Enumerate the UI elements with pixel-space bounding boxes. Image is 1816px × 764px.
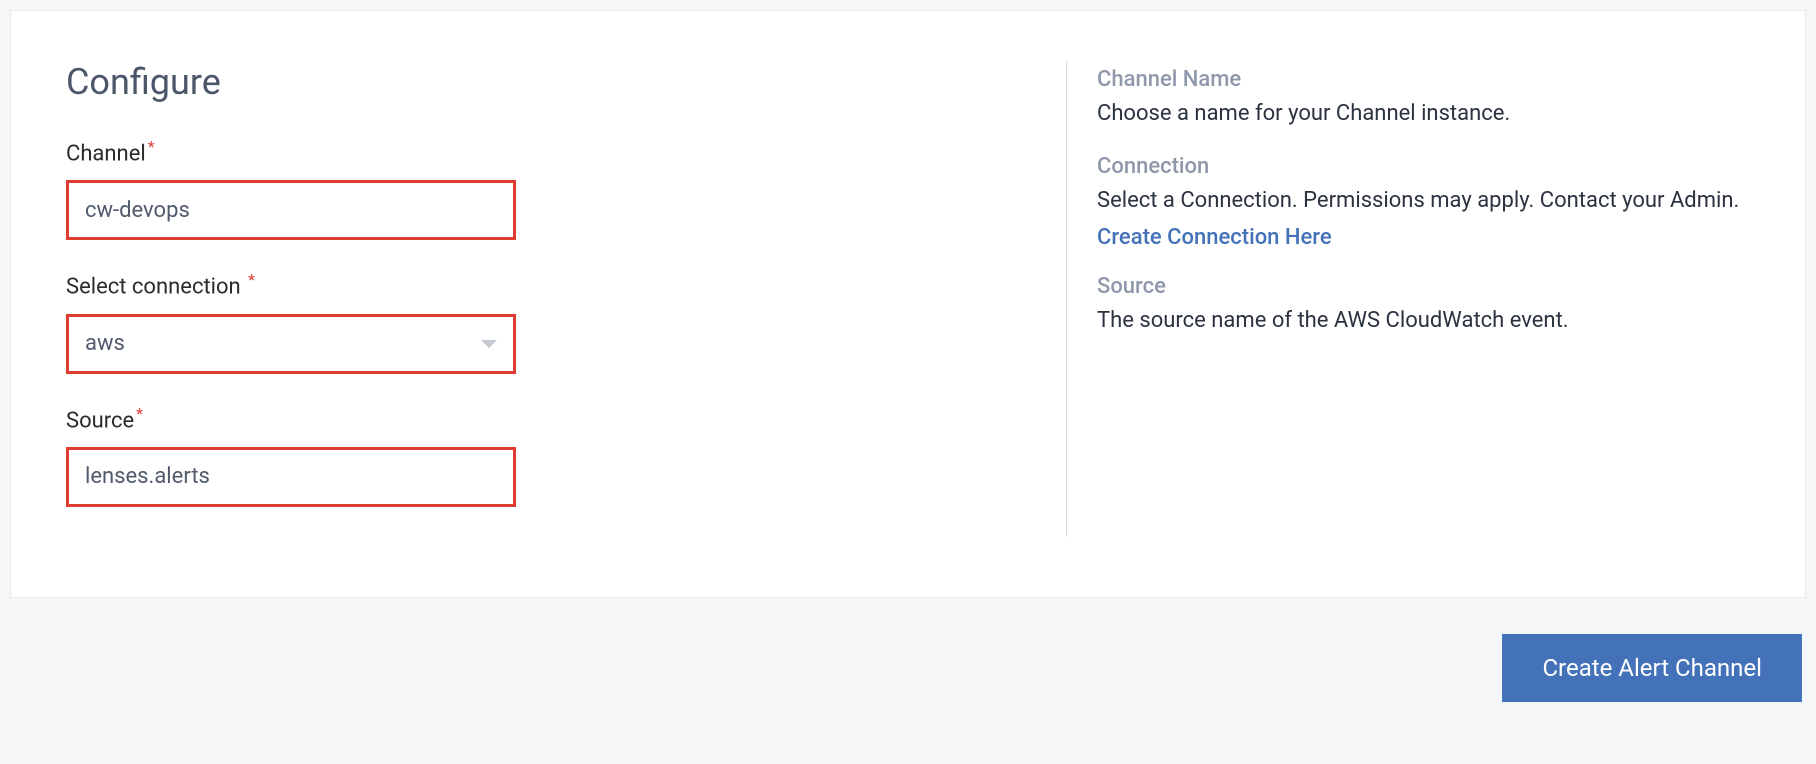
form-column: Configure Channel* Select connection * a… bbox=[66, 61, 1026, 537]
channel-label: Channel* bbox=[66, 137, 1026, 166]
chevron-down-icon bbox=[481, 340, 497, 348]
connection-field-group: Select connection * aws bbox=[66, 270, 1026, 373]
required-star-icon: * bbox=[248, 270, 255, 289]
source-field-group: Source* bbox=[66, 404, 1026, 507]
create-connection-link[interactable]: Create Connection Here bbox=[1097, 225, 1332, 250]
help-column: Channel Name Choose a name for your Chan… bbox=[1066, 61, 1750, 537]
source-input-wrapper bbox=[66, 447, 516, 507]
connection-select[interactable]: aws bbox=[66, 314, 516, 374]
configure-card: Configure Channel* Select connection * a… bbox=[10, 10, 1806, 598]
connection-selected-value: aws bbox=[85, 331, 125, 356]
connection-label-text: Select connection bbox=[66, 275, 241, 300]
create-alert-channel-button[interactable]: Create Alert Channel bbox=[1502, 634, 1802, 702]
help-source: Source The source name of the AWS CloudW… bbox=[1097, 274, 1750, 337]
channel-input-wrapper bbox=[66, 180, 516, 240]
connection-label: Select connection * bbox=[66, 270, 1026, 299]
help-source-text: The source name of the AWS CloudWatch ev… bbox=[1097, 305, 1750, 337]
help-connection-text: Select a Connection. Permissions may app… bbox=[1097, 185, 1750, 217]
required-star-icon: * bbox=[148, 137, 155, 156]
channel-label-text: Channel bbox=[66, 141, 146, 166]
source-label-text: Source bbox=[66, 408, 134, 433]
source-input[interactable] bbox=[85, 464, 497, 489]
help-channel-name: Channel Name Choose a name for your Chan… bbox=[1097, 67, 1750, 130]
help-source-title: Source bbox=[1097, 274, 1750, 299]
source-label: Source* bbox=[66, 404, 1026, 433]
channel-input[interactable] bbox=[85, 198, 497, 223]
help-channel-name-title: Channel Name bbox=[1097, 67, 1750, 92]
help-channel-name-text: Choose a name for your Channel instance. bbox=[1097, 98, 1750, 130]
help-connection-title: Connection bbox=[1097, 154, 1750, 179]
channel-field-group: Channel* bbox=[66, 137, 1026, 240]
required-star-icon: * bbox=[136, 404, 143, 423]
help-connection: Connection Select a Connection. Permissi… bbox=[1097, 154, 1750, 250]
page-title: Configure bbox=[66, 61, 1026, 103]
